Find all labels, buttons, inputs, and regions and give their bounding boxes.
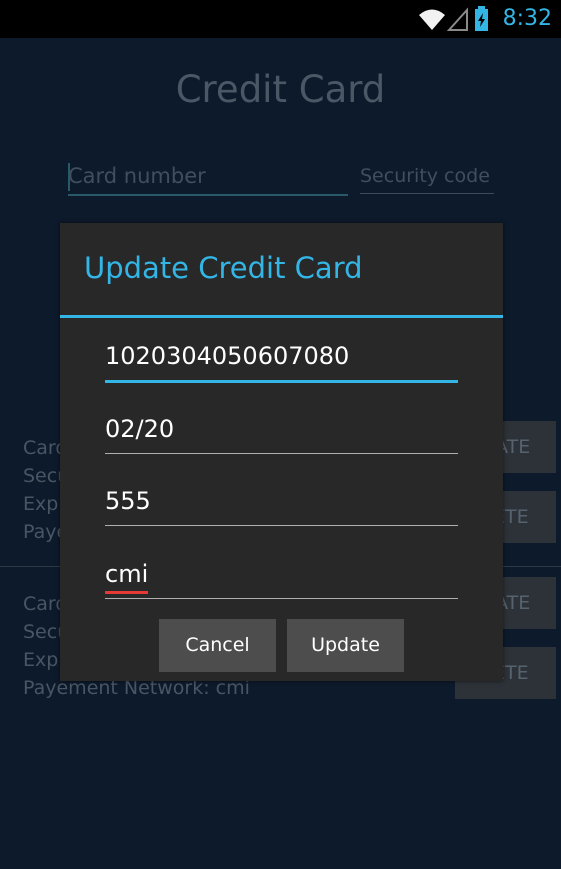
expiry-date-field[interactable]: 02/20 <box>105 413 458 454</box>
security-code-value: 555 <box>105 487 151 515</box>
card-2-line-3: Expi <box>23 649 64 671</box>
update-credit-card-dialog: Update Credit Card 1020304050607080 02/2… <box>60 223 503 681</box>
dialog-title: Update Credit Card <box>84 251 363 285</box>
spellcheck-underline <box>105 591 148 594</box>
wifi-icon <box>419 9 445 30</box>
payment-network-value: cmi <box>105 560 149 588</box>
card-1-line-3: Expi <box>23 493 64 515</box>
card-number-field[interactable]: 1020304050607080 <box>105 340 458 383</box>
battery-charging-icon <box>475 6 488 31</box>
security-code-field[interactable]: 555 <box>105 485 458 526</box>
status-time: 8:32 <box>502 6 552 31</box>
cancel-button[interactable]: Cancel <box>159 619 276 672</box>
status-bar: 8:32 <box>0 0 561 38</box>
card-number-input[interactable]: Card number <box>68 164 348 196</box>
payment-network-field[interactable]: cmi <box>105 558 458 599</box>
page-title: Credit Card <box>175 68 386 111</box>
card-number-value: 1020304050607080 <box>105 342 350 370</box>
status-icons <box>419 6 494 32</box>
dialog-title-divider <box>60 315 503 318</box>
update-button[interactable]: Update <box>287 619 404 672</box>
security-code-input[interactable]: Security code <box>360 165 494 194</box>
expiry-date-value: 02/20 <box>105 415 175 443</box>
signal-icon <box>446 7 468 31</box>
